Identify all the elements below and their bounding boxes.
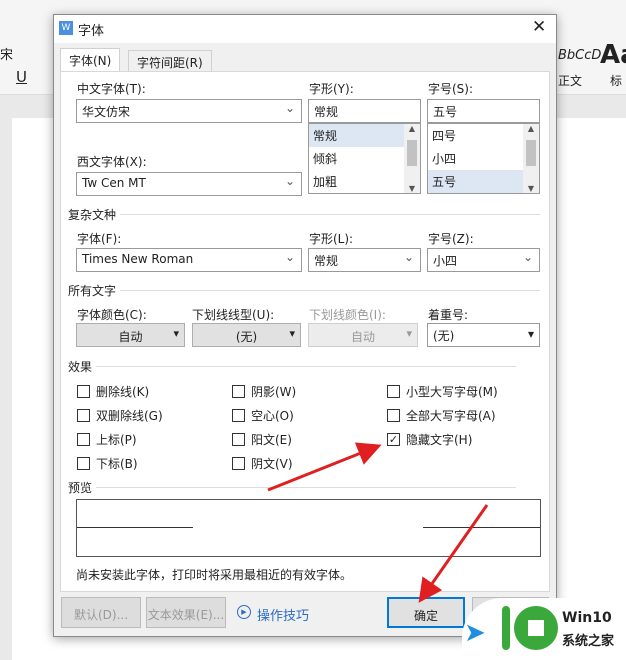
- watermark-line2: 系统之家: [562, 634, 615, 649]
- bird-icon: ➤: [464, 618, 486, 648]
- windows-logo-icon: [514, 606, 558, 650]
- watermark: ➤ Win10 系统之家: [462, 598, 626, 660]
- annotation-arrows: [267, 442, 489, 603]
- logo-bar: [502, 606, 510, 650]
- arrow-to-ok: [418, 504, 489, 603]
- arrow-to-hidden-text: [267, 442, 382, 492]
- watermark-line1: Win10: [562, 610, 612, 626]
